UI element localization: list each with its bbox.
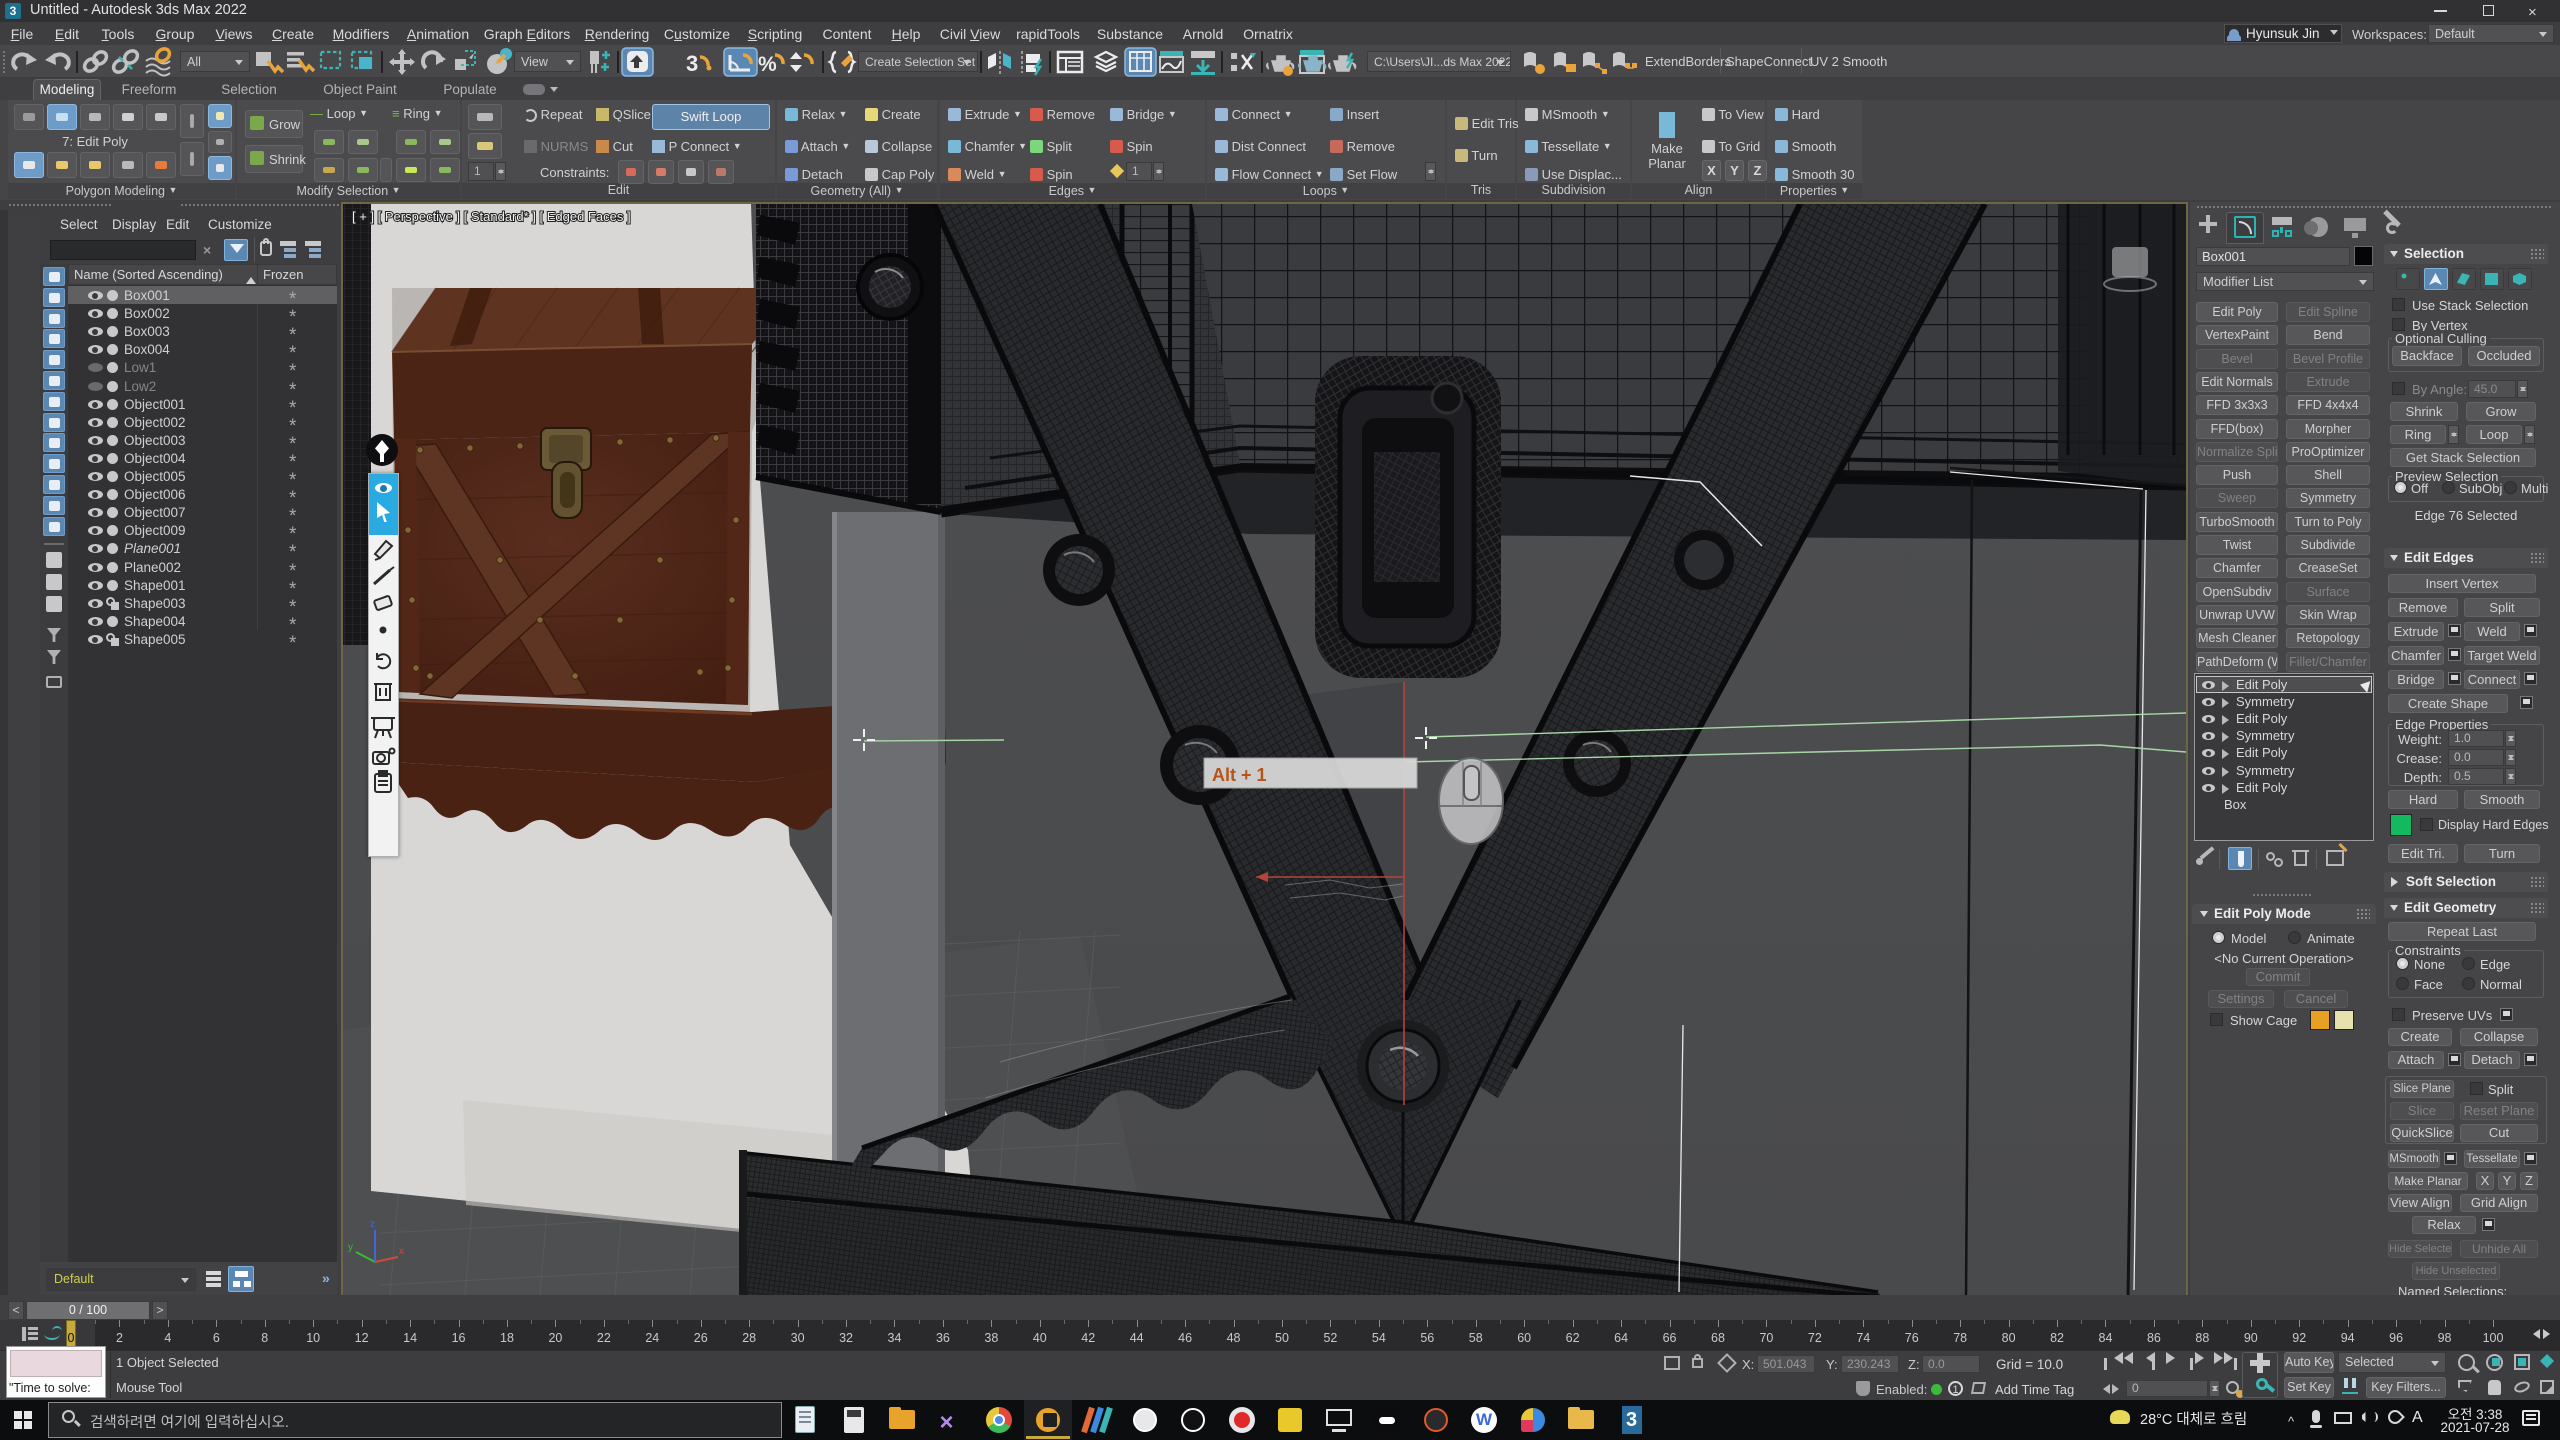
svg-text:x: x xyxy=(399,1246,404,1257)
svg-text:z: z xyxy=(370,1219,375,1230)
svg-text:[ + ] [ Perspective ] [ Standa: [ + ] [ Perspective ] [ Standard* ] [ Ed… xyxy=(352,209,631,224)
svg-text:Alt + 1: Alt + 1 xyxy=(1212,765,1267,785)
svg-text:3: 3 xyxy=(686,51,698,76)
svg-text:%: % xyxy=(758,53,777,76)
svg-text:y: y xyxy=(348,1242,353,1253)
